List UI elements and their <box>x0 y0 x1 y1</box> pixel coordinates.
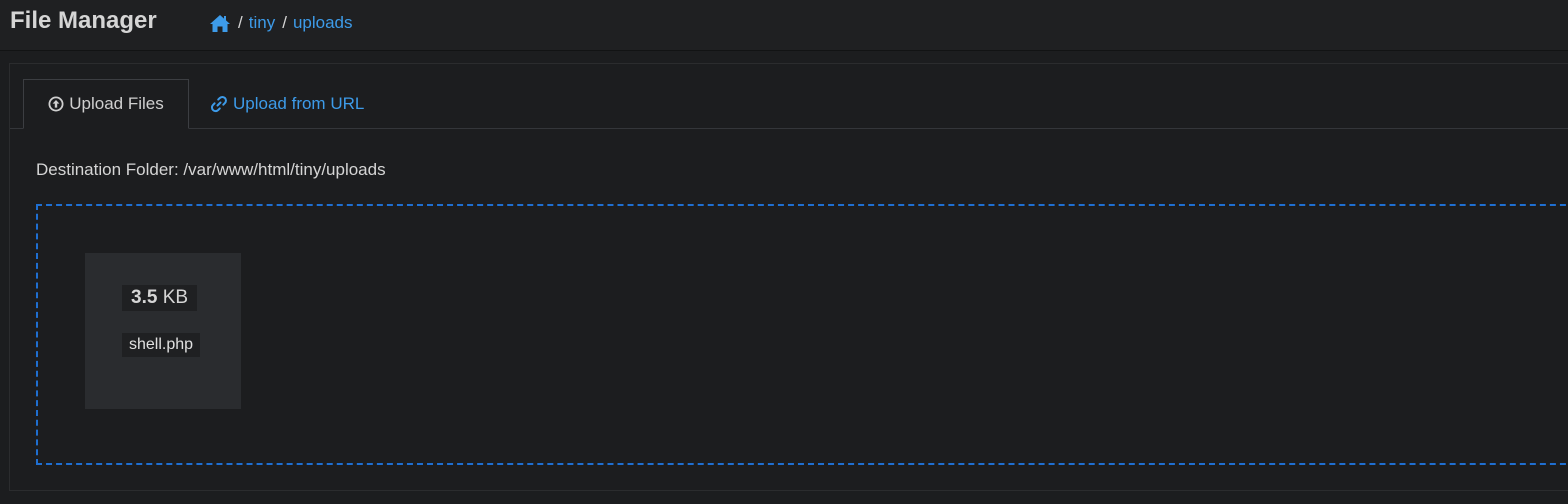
navbar: File Manager / tiny / uploads <box>0 0 1568 51</box>
tab-upload-from-url-label: Upload from URL <box>233 94 365 113</box>
file-name: shell.php <box>122 333 201 357</box>
destination-folder-label: Destination Folder: /var/www/html/tiny/u… <box>36 160 386 179</box>
tab-upload-files-label: Upload Files <box>69 94 164 113</box>
upload-circle-icon <box>48 96 64 112</box>
file-preview[interactable]: 3.5 KB shell.php <box>85 253 241 409</box>
breadcrumb-item-uploads[interactable]: uploads <box>293 13 353 33</box>
file-size: 3.5 KB <box>122 285 198 311</box>
tab-upload-from-url[interactable]: Upload from URL <box>210 79 364 129</box>
dropzone[interactable]: 3.5 KB shell.php <box>36 204 1568 465</box>
breadcrumb-separator: / <box>282 13 287 32</box>
link-icon <box>210 95 228 113</box>
breadcrumb-separator: / <box>238 13 243 32</box>
home-icon[interactable] <box>209 13 231 33</box>
breadcrumb-item-tiny[interactable]: tiny <box>249 13 275 33</box>
app-title[interactable]: File Manager <box>10 7 157 35</box>
file-size-value: 3.5 <box>131 287 158 308</box>
file-size-unit: KB <box>162 287 189 308</box>
tab-upload-files[interactable]: Upload Files <box>23 79 189 129</box>
breadcrumb: / tiny / uploads <box>209 12 353 34</box>
upload-card: Upload Files Upload from URL Destination… <box>9 63 1568 491</box>
